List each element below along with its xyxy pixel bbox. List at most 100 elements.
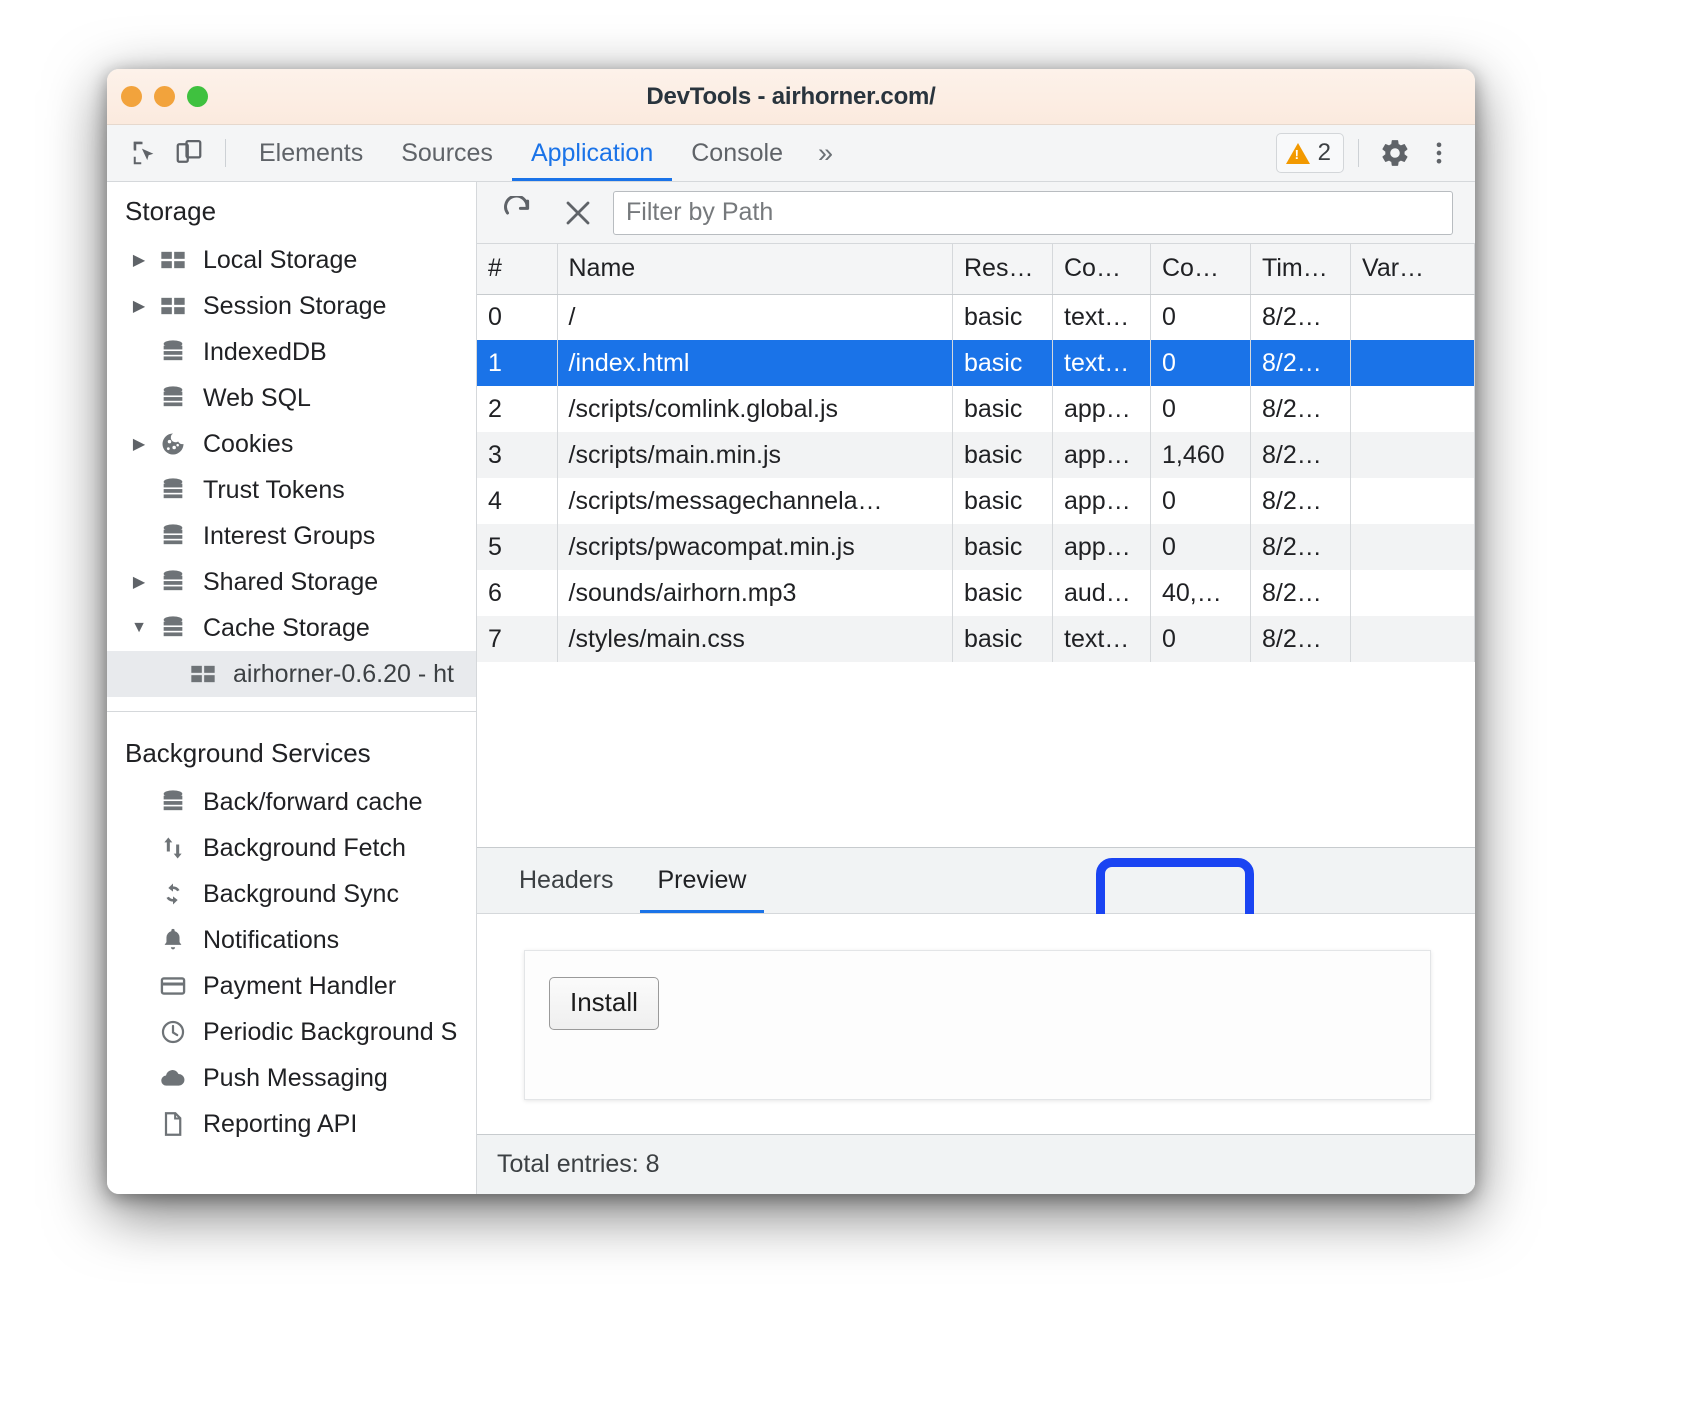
sidebar-item-web-sql[interactable]: ▶ Web SQL <box>107 375 476 421</box>
devtools-toolbar: Elements Sources Application Console » 2 <box>107 125 1475 182</box>
zoom-window-button[interactable] <box>187 86 208 107</box>
database-icon <box>153 384 193 412</box>
sidebar-item-reporting-api[interactable]: Reporting API <box>107 1101 476 1147</box>
cell-response-type: basic <box>953 524 1053 570</box>
status-bar: Total entries: 8 <box>477 1134 1475 1194</box>
cell-index: 1 <box>477 340 557 386</box>
cell-content-length: 40,… <box>1151 570 1251 616</box>
tab-sources[interactable]: Sources <box>382 125 512 181</box>
cell-content-type: text… <box>1053 340 1151 386</box>
column-header-time-cached[interactable]: Tim… <box>1251 244 1351 294</box>
column-header-vary-header[interactable]: Var… <box>1351 244 1475 294</box>
database-icon <box>153 614 193 642</box>
detail-tabbar: Headers Preview <box>477 848 1475 914</box>
sidebar-item-trust-tokens[interactable]: ▶ Trust Tokens <box>107 467 476 513</box>
tab-console[interactable]: Console <box>672 125 802 181</box>
cell-content-length: 0 <box>1151 524 1251 570</box>
kebab-menu-icon[interactable] <box>1417 133 1461 173</box>
devtools-body: Storage ▶ Local Storage ▶ <box>107 182 1475 1194</box>
device-toolbar-icon[interactable] <box>167 133 211 173</box>
filter-by-path-input[interactable] <box>613 191 1453 235</box>
column-header-content-length[interactable]: Co… <box>1151 244 1251 294</box>
chevron-down-icon[interactable]: ▼ <box>125 619 153 637</box>
install-button[interactable]: Install <box>549 977 659 1030</box>
cell-index: 3 <box>477 432 557 478</box>
cell-response-type: basic <box>953 570 1053 616</box>
sidebar-item-cookies[interactable]: ▶ Cookies <box>107 421 476 467</box>
cache-entries-table: # Name Res… Co… Co… Tim… Var… 0 <box>477 244 1475 662</box>
tab-application[interactable]: Application <box>512 125 672 181</box>
cell-response-type: basic <box>953 386 1053 432</box>
inspect-cursor-icon[interactable] <box>123 133 167 173</box>
cell-content-type: app… <box>1053 386 1151 432</box>
gear-icon[interactable] <box>1373 133 1417 173</box>
table-row[interactable]: 3 /scripts/main.min.js basic app… 1,460 … <box>477 432 1475 478</box>
sidebar-item-cache-storage[interactable]: ▼ Cache Storage <box>107 605 476 651</box>
sidebar-item-cache-airhorner[interactable]: airhorner-0.6.20 - ht <box>107 651 476 697</box>
more-tabs-button[interactable]: » <box>802 125 849 181</box>
sidebar-item-background-sync[interactable]: Background Sync <box>107 871 476 917</box>
table-icon <box>153 246 193 274</box>
chevron-right-icon[interactable]: ▶ <box>125 250 153 270</box>
sidebar-item-label: Background Fetch <box>203 834 406 863</box>
column-header-index[interactable]: # <box>477 244 557 294</box>
cell-name: /scripts/comlink.global.js <box>557 386 953 432</box>
table-row[interactable]: 1 /index.html basic text… 0 8/2… <box>477 340 1475 386</box>
screenshot-root: DevTools - airhorner.com/ <box>0 0 1688 1428</box>
sidebar-item-payment-handler[interactable]: Payment Handler <box>107 963 476 1009</box>
table-row[interactable]: 5 /scripts/pwacompat.min.js basic app… 0… <box>477 524 1475 570</box>
cell-content-type: aud… <box>1053 570 1151 616</box>
cell-time-cached: 8/2… <box>1251 340 1351 386</box>
column-header-name[interactable]: Name <box>557 244 953 294</box>
refresh-icon[interactable] <box>493 191 543 235</box>
preview-pane: Install <box>477 914 1475 1135</box>
sidebar-item-label: Push Messaging <box>203 1064 388 1093</box>
cell-index: 7 <box>477 616 557 662</box>
table-row[interactable]: 2 /scripts/comlink.global.js basic app… … <box>477 386 1475 432</box>
sidebar-item-push-messaging[interactable]: Push Messaging <box>107 1055 476 1101</box>
tab-elements-label: Elements <box>259 139 363 168</box>
sidebar-item-indexeddb[interactable]: ▶ IndexedDB <box>107 329 476 375</box>
sidebar-item-local-storage[interactable]: ▶ Local Storage <box>107 237 476 283</box>
table-row[interactable]: 4 /scripts/messagechannela… basic app… 0… <box>477 478 1475 524</box>
window-titlebar: DevTools - airhorner.com/ <box>107 69 1475 125</box>
column-header-content-type[interactable]: Co… <box>1053 244 1151 294</box>
chevron-right-icon[interactable]: ▶ <box>125 572 153 592</box>
sidebar-item-notifications[interactable]: Notifications <box>107 917 476 963</box>
table-row[interactable]: 7 /styles/main.css basic text… 0 8/2… <box>477 616 1475 662</box>
window-controls <box>121 69 208 124</box>
table-row[interactable]: 0 / basic text… 0 8/2… <box>477 294 1475 340</box>
tab-preview[interactable]: Preview <box>636 848 769 913</box>
sidebar-item-background-fetch[interactable]: Background Fetch <box>107 825 476 871</box>
minimize-window-button[interactable] <box>154 86 175 107</box>
table-row[interactable]: 6 /sounds/airhorn.mp3 basic aud… 40,… 8/… <box>477 570 1475 616</box>
chevron-right-icon[interactable]: ▶ <box>125 434 153 454</box>
tab-headers[interactable]: Headers <box>497 848 636 913</box>
close-window-button[interactable] <box>121 86 142 107</box>
sidebar-item-back-forward-cache[interactable]: Back/forward cache <box>107 779 476 825</box>
cell-content-length: 0 <box>1151 340 1251 386</box>
sidebar-item-session-storage[interactable]: ▶ Session Storage <box>107 283 476 329</box>
updown-arrows-icon <box>153 834 193 862</box>
cell-time-cached: 8/2… <box>1251 386 1351 432</box>
sidebar-item-label: Reporting API <box>203 1110 357 1139</box>
sidebar-item-label: Payment Handler <box>203 972 396 1001</box>
column-header-response-type[interactable]: Res… <box>953 244 1053 294</box>
warning-count-badge[interactable]: 2 <box>1276 133 1344 173</box>
close-x-icon[interactable] <box>553 191 603 235</box>
cell-name: /styles/main.css <box>557 616 953 662</box>
cell-name: /index.html <box>557 340 953 386</box>
chevron-right-icon[interactable]: ▶ <box>125 296 153 316</box>
database-icon <box>153 476 193 504</box>
cell-time-cached: 8/2… <box>1251 616 1351 662</box>
tab-elements[interactable]: Elements <box>240 125 382 181</box>
sidebar-item-shared-storage[interactable]: ▶ Shared Storage <box>107 559 476 605</box>
cell-index: 4 <box>477 478 557 524</box>
tab-console-label: Console <box>691 139 783 168</box>
sidebar-item-periodic-background-sync[interactable]: Periodic Background S <box>107 1009 476 1055</box>
cell-response-type: basic <box>953 616 1053 662</box>
cell-time-cached: 8/2… <box>1251 478 1351 524</box>
cache-entries-table-wrapper: # Name Res… Co… Co… Tim… Var… 0 <box>477 244 1475 662</box>
sidebar-item-interest-groups[interactable]: ▶ Interest Groups <box>107 513 476 559</box>
cell-name: /sounds/airhorn.mp3 <box>557 570 953 616</box>
